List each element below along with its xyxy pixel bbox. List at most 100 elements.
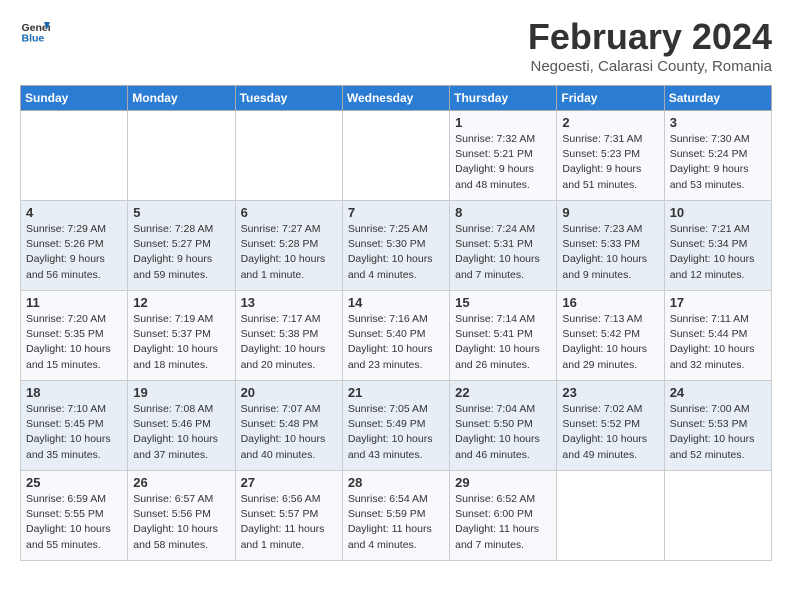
table-row: 17Sunrise: 7:11 AMSunset: 5:44 PMDayligh… bbox=[664, 291, 771, 381]
title-section: February 2024 Negoesti, Calarasi County,… bbox=[528, 16, 772, 75]
table-row: 10Sunrise: 7:21 AMSunset: 5:34 PMDayligh… bbox=[664, 201, 771, 291]
day-number: 11 bbox=[26, 295, 122, 310]
day-info: Sunrise: 7:07 AMSunset: 5:48 PMDaylight:… bbox=[241, 402, 337, 463]
table-row: 12 Sunrise: 7:19 AMSunset: 5:37 PMDayligh… bbox=[128, 291, 235, 381]
table-row: 6 Sunrise: 7:27 AMSunset: 5:28 PMDaylight… bbox=[235, 201, 342, 291]
day-info: Sunrise: 7:16 AMSunset: 5:40 PMDaylight:… bbox=[348, 312, 444, 373]
day-info: Sunrise: 7:23 AMSunset: 5:33 PMDaylight:… bbox=[562, 222, 658, 283]
table-row: 5 Sunrise: 7:28 AMSunset: 5:27 PMDaylight… bbox=[128, 201, 235, 291]
day-number: 28 bbox=[348, 475, 444, 490]
calendar-week-row: 11 Sunrise: 7:20 AMSunset: 5:35 PMDayligh… bbox=[21, 291, 772, 381]
day-number: 2 bbox=[562, 115, 658, 130]
day-number: 9 bbox=[562, 205, 658, 220]
calendar-week-row: 1 Sunrise: 7:32 AMSunset: 5:21 PMDaylight… bbox=[21, 111, 772, 201]
calendar-week-row: 25Sunrise: 6:59 AMSunset: 5:55 PMDayligh… bbox=[21, 471, 772, 561]
table-row: 1 Sunrise: 7:32 AMSunset: 5:21 PMDaylight… bbox=[450, 111, 557, 201]
day-number: 23 bbox=[562, 385, 658, 400]
table-row: 2 Sunrise: 7:31 AMSunset: 5:23 PMDaylight… bbox=[557, 111, 664, 201]
day-info: Sunrise: 7:08 AMSunset: 5:46 PMDaylight:… bbox=[133, 402, 229, 463]
table-row: 8Sunrise: 7:24 AMSunset: 5:31 PMDaylight… bbox=[450, 201, 557, 291]
day-info: Sunrise: 7:00 AMSunset: 5:53 PMDaylight:… bbox=[670, 402, 766, 463]
day-info: Sunrise: 7:24 AMSunset: 5:31 PMDaylight:… bbox=[455, 222, 551, 283]
table-row: 16 Sunrise: 7:13 AMSunset: 5:42 PMDayligh… bbox=[557, 291, 664, 381]
col-tuesday: Tuesday bbox=[235, 86, 342, 111]
col-friday: Friday bbox=[557, 86, 664, 111]
header: General Blue February 2024 Negoesti, Cal… bbox=[20, 16, 772, 75]
day-number: 24 bbox=[670, 385, 766, 400]
day-info: Sunrise: 7:05 AMSunset: 5:49 PMDaylight:… bbox=[348, 402, 444, 463]
table-row: 15 Sunrise: 7:14 AMSunset: 5:41 PMDayligh… bbox=[450, 291, 557, 381]
day-number: 15 bbox=[455, 295, 551, 310]
day-info: Sunrise: 7:13 AMSunset: 5:42 PMDaylight:… bbox=[562, 312, 658, 373]
day-info: Sunrise: 7:10 AMSunset: 5:45 PMDaylight:… bbox=[26, 402, 122, 463]
day-number: 12 bbox=[133, 295, 229, 310]
day-info: Sunrise: 6:59 AMSunset: 5:55 PMDaylight:… bbox=[26, 492, 122, 553]
svg-text:Blue: Blue bbox=[22, 33, 45, 45]
table-row: 28 Sunrise: 6:54 AMSunset: 5:59 PMDayligh… bbox=[342, 471, 449, 561]
day-number: 21 bbox=[348, 385, 444, 400]
day-info: Sunrise: 7:20 AMSunset: 5:35 PMDaylight:… bbox=[26, 312, 122, 373]
table-row: 20 Sunrise: 7:07 AMSunset: 5:48 PMDayligh… bbox=[235, 381, 342, 471]
calendar-table: Sunday Monday Tuesday Wednesday Thursday… bbox=[20, 85, 772, 561]
col-thursday: Thursday bbox=[450, 86, 557, 111]
calendar-title: February 2024 bbox=[528, 16, 772, 58]
day-info: Sunrise: 7:19 AMSunset: 5:37 PMDaylight:… bbox=[133, 312, 229, 373]
table-row bbox=[235, 111, 342, 201]
table-row: 21 Sunrise: 7:05 AMSunset: 5:49 PMDayligh… bbox=[342, 381, 449, 471]
table-row: 18 Sunrise: 7:10 AMSunset: 5:45 PMDayligh… bbox=[21, 381, 128, 471]
logo-icon: General Blue bbox=[20, 16, 50, 46]
day-info: Sunrise: 6:57 AMSunset: 5:56 PMDaylight:… bbox=[133, 492, 229, 553]
day-info: Sunrise: 7:32 AMSunset: 5:21 PMDaylight:… bbox=[455, 132, 551, 193]
day-number: 26 bbox=[133, 475, 229, 490]
day-info: Sunrise: 7:14 AMSunset: 5:41 PMDaylight:… bbox=[455, 312, 551, 373]
calendar-week-row: 18 Sunrise: 7:10 AMSunset: 5:45 PMDayligh… bbox=[21, 381, 772, 471]
day-number: 6 bbox=[241, 205, 337, 220]
col-saturday: Saturday bbox=[664, 86, 771, 111]
day-info: Sunrise: 7:28 AMSunset: 5:27 PMDaylight:… bbox=[133, 222, 229, 283]
table-row: 3Sunrise: 7:30 AMSunset: 5:24 PMDaylight… bbox=[664, 111, 771, 201]
day-number: 19 bbox=[133, 385, 229, 400]
table-row bbox=[21, 111, 128, 201]
day-info: Sunrise: 7:27 AMSunset: 5:28 PMDaylight:… bbox=[241, 222, 337, 283]
table-row: 4 Sunrise: 7:29 AMSunset: 5:26 PMDaylight… bbox=[21, 201, 128, 291]
table-row: 29Sunrise: 6:52 AMSunset: 6:00 PMDayligh… bbox=[450, 471, 557, 561]
day-number: 3 bbox=[670, 115, 766, 130]
table-row: 19 Sunrise: 7:08 AMSunset: 5:46 PMDayligh… bbox=[128, 381, 235, 471]
table-row: 11 Sunrise: 7:20 AMSunset: 5:35 PMDayligh… bbox=[21, 291, 128, 381]
col-monday: Monday bbox=[128, 86, 235, 111]
day-info: Sunrise: 7:02 AMSunset: 5:52 PMDaylight:… bbox=[562, 402, 658, 463]
day-number: 7 bbox=[348, 205, 444, 220]
day-info: Sunrise: 7:17 AMSunset: 5:38 PMDaylight:… bbox=[241, 312, 337, 373]
day-info: Sunrise: 7:25 AMSunset: 5:30 PMDaylight:… bbox=[348, 222, 444, 283]
col-wednesday: Wednesday bbox=[342, 86, 449, 111]
table-row: 26 Sunrise: 6:57 AMSunset: 5:56 PMDayligh… bbox=[128, 471, 235, 561]
col-sunday: Sunday bbox=[21, 86, 128, 111]
calendar-header-row: Sunday Monday Tuesday Wednesday Thursday… bbox=[21, 86, 772, 111]
day-info: Sunrise: 7:29 AMSunset: 5:26 PMDaylight:… bbox=[26, 222, 122, 283]
table-row: 25Sunrise: 6:59 AMSunset: 5:55 PMDayligh… bbox=[21, 471, 128, 561]
day-number: 14 bbox=[348, 295, 444, 310]
day-info: Sunrise: 7:04 AMSunset: 5:50 PMDaylight:… bbox=[455, 402, 551, 463]
day-number: 17 bbox=[670, 295, 766, 310]
day-number: 5 bbox=[133, 205, 229, 220]
day-number: 13 bbox=[241, 295, 337, 310]
day-number: 18 bbox=[26, 385, 122, 400]
day-number: 27 bbox=[241, 475, 337, 490]
day-info: Sunrise: 6:56 AMSunset: 5:57 PMDaylight:… bbox=[241, 492, 337, 553]
day-info: Sunrise: 7:31 AMSunset: 5:23 PMDaylight:… bbox=[562, 132, 658, 193]
logo: General Blue bbox=[20, 16, 50, 46]
table-row: 7 Sunrise: 7:25 AMSunset: 5:30 PMDaylight… bbox=[342, 201, 449, 291]
table-row: 14 Sunrise: 7:16 AMSunset: 5:40 PMDayligh… bbox=[342, 291, 449, 381]
table-row: 9 Sunrise: 7:23 AMSunset: 5:33 PMDaylight… bbox=[557, 201, 664, 291]
day-number: 1 bbox=[455, 115, 551, 130]
table-row bbox=[342, 111, 449, 201]
day-number: 4 bbox=[26, 205, 122, 220]
day-info: Sunrise: 6:52 AMSunset: 6:00 PMDaylight:… bbox=[455, 492, 551, 553]
day-number: 16 bbox=[562, 295, 658, 310]
calendar-week-row: 4 Sunrise: 7:29 AMSunset: 5:26 PMDaylight… bbox=[21, 201, 772, 291]
table-row: 23 Sunrise: 7:02 AMSunset: 5:52 PMDayligh… bbox=[557, 381, 664, 471]
day-number: 20 bbox=[241, 385, 337, 400]
table-row: 22Sunrise: 7:04 AMSunset: 5:50 PMDayligh… bbox=[450, 381, 557, 471]
table-row bbox=[128, 111, 235, 201]
day-info: Sunrise: 6:54 AMSunset: 5:59 PMDaylight:… bbox=[348, 492, 444, 553]
